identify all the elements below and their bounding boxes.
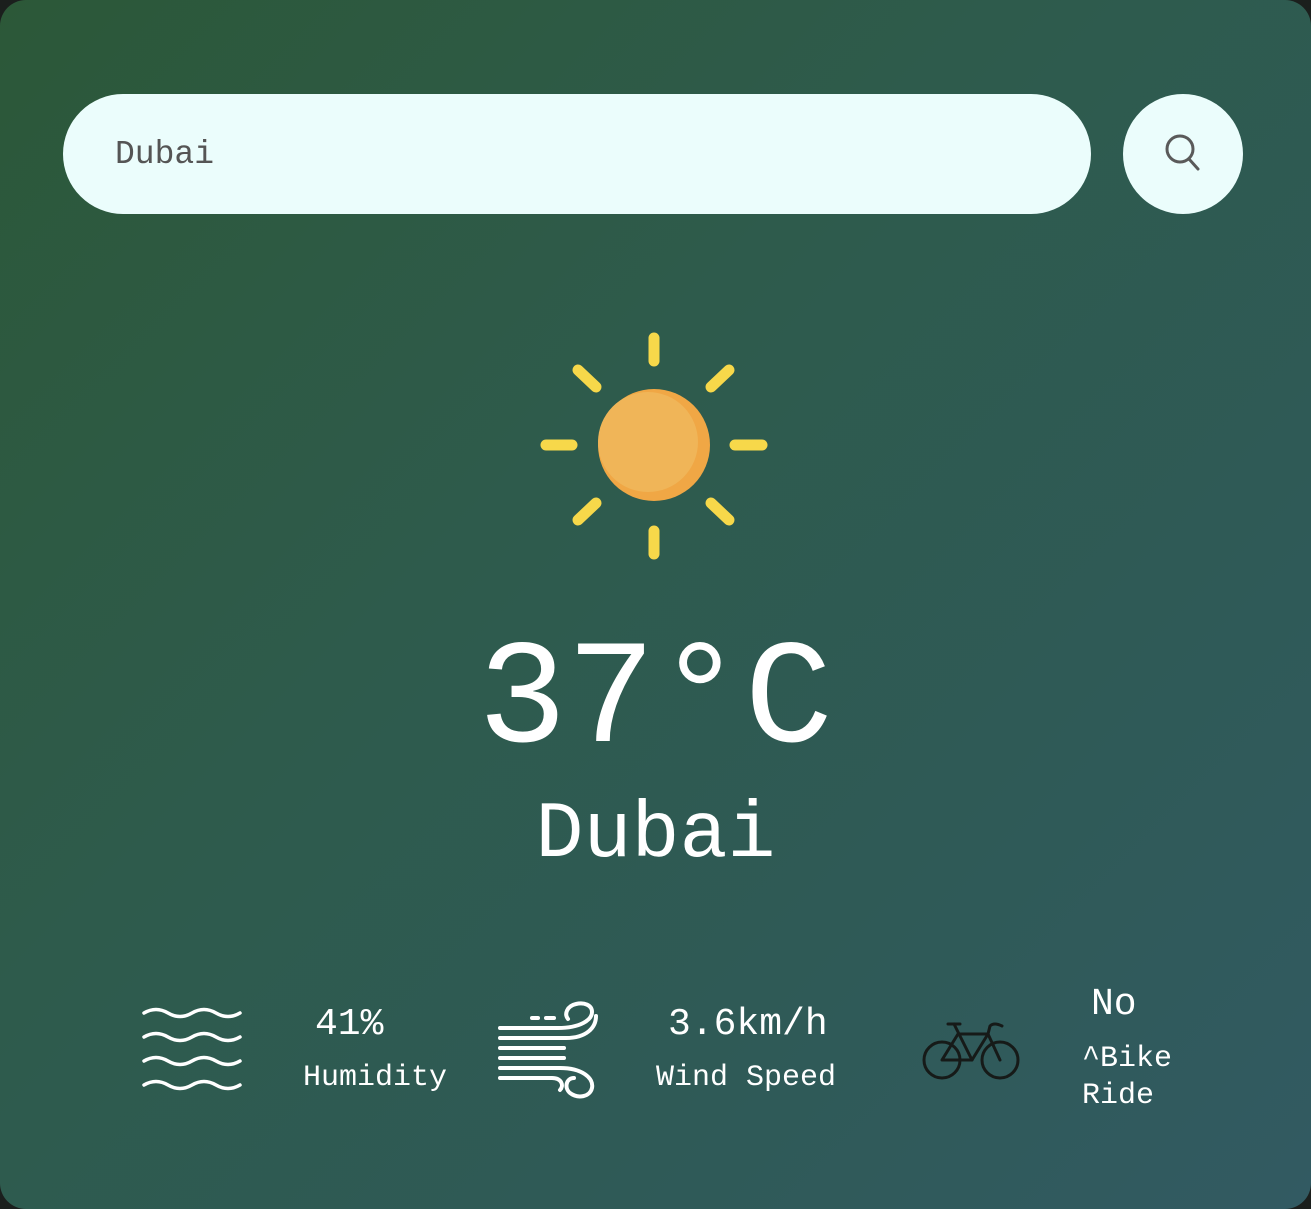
wind-icon <box>498 1001 598 1099</box>
bicycle-icon <box>922 1022 1020 1080</box>
bike-ride-value: No <box>1091 983 1137 1026</box>
sun-icon <box>540 332 768 560</box>
humidity-value: 41% <box>315 1003 384 1046</box>
bike-ride-label-line1: ^Bike <box>1082 1042 1173 1076</box>
bike-ride-label-line2: Ride <box>1082 1079 1155 1113</box>
wind-speed-value: 3.6km/h <box>668 1003 828 1046</box>
city-name: Dubai <box>535 790 776 881</box>
search-button[interactable] <box>1123 94 1243 214</box>
weather-card: 37°C Dubai 41% Humidity 3.6km/h Wind Spe… <box>0 0 1311 1209</box>
humidity-label: Humidity <box>303 1061 448 1095</box>
humidity-icon <box>142 1007 242 1091</box>
wind-speed-label: Wind Speed <box>656 1061 837 1095</box>
temperature: 37°C <box>477 619 834 786</box>
search-icon <box>1165 134 1200 171</box>
search-input[interactable] <box>63 94 1091 214</box>
